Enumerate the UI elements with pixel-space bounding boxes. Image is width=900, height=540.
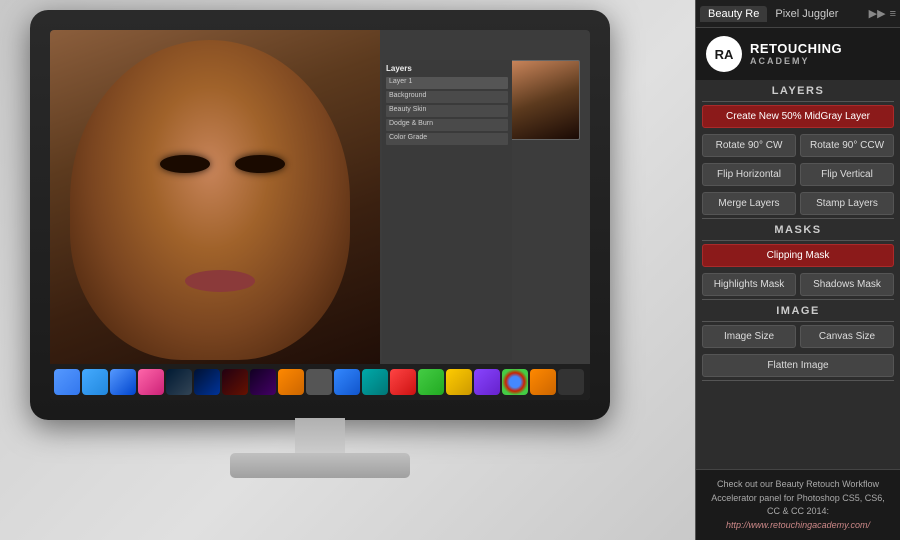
create-midgray-button[interactable]: Create New 50% MidGray Layer bbox=[702, 105, 894, 128]
midgray-btn-row: Create New 50% MidGray Layer bbox=[696, 102, 900, 131]
portrait-lips bbox=[185, 270, 255, 292]
icon-dark1 bbox=[558, 369, 584, 395]
layers-section-header: LAYERS bbox=[696, 80, 900, 101]
ra-logo-line1: RETOUCHING bbox=[750, 41, 842, 57]
footer-line1: Check out our Beauty Retouch Workflow bbox=[717, 479, 879, 489]
highlights-mask-button[interactable]: Highlights Mask bbox=[702, 273, 796, 296]
illustrator-icon bbox=[222, 369, 248, 395]
indesign-icon bbox=[250, 369, 276, 395]
ra-plugin-panel: Beauty Re Pixel Juggler ▶▶ ≡ RA RETOUCHI… bbox=[695, 0, 900, 540]
portrait-eye-left bbox=[160, 155, 210, 173]
clipping-mask-btn-row: Clipping Mask bbox=[696, 241, 900, 270]
masks-section-header: MASKS bbox=[696, 219, 900, 240]
flip-vertical-button[interactable]: Flip Vertical bbox=[800, 163, 894, 186]
monitor-screen: Layers Layer 1 Background Beauty Skin Do… bbox=[50, 30, 590, 400]
thumbnail-photo bbox=[510, 60, 580, 140]
finder-icon bbox=[54, 369, 80, 395]
footer-link[interactable]: http://www.retouchingacademy.com/ bbox=[726, 520, 870, 530]
flip-horizontal-button[interactable]: Flip Horizontal bbox=[702, 163, 796, 186]
photoshop-icon bbox=[194, 369, 220, 395]
hl-shadows-btn-row: Highlights Mask Shadows Mask bbox=[696, 270, 900, 299]
rotate-ccw-button[interactable]: Rotate 90° CCW bbox=[800, 134, 894, 157]
image-size-button[interactable]: Image Size bbox=[702, 325, 796, 348]
icon-teal bbox=[362, 369, 388, 395]
clipping-mask-button[interactable]: Clipping Mask bbox=[702, 244, 894, 267]
flip-btn-row: Flip Horizontal Flip Vertical bbox=[696, 160, 900, 189]
tab-pixel-juggler[interactable]: Pixel Juggler bbox=[767, 6, 846, 22]
panel-footer: Check out our Beauty Retouch Workflow Ac… bbox=[696, 469, 900, 540]
mail-icon bbox=[110, 369, 136, 395]
stamp-layers-button[interactable]: Stamp Layers bbox=[800, 192, 894, 215]
icon-orange2 bbox=[530, 369, 556, 395]
macos-dock bbox=[50, 364, 590, 400]
icon-green bbox=[418, 369, 444, 395]
ra-logo-text-block: RETOUCHING ACADEMY bbox=[750, 41, 842, 67]
merge-layers-button[interactable]: Merge Layers bbox=[702, 192, 796, 215]
portrait-background bbox=[50, 30, 380, 400]
portrait-face bbox=[70, 40, 350, 360]
icon-gray1 bbox=[306, 369, 332, 395]
tab-scroll-arrows[interactable]: ▶▶ bbox=[869, 7, 886, 20]
panel-menu-icon[interactable]: ≡ bbox=[890, 8, 896, 20]
icon-orange bbox=[278, 369, 304, 395]
image-divider-bottom bbox=[702, 380, 894, 381]
monitor: Layers Layer 1 Background Beauty Skin Do… bbox=[30, 10, 620, 500]
rotate-cw-button[interactable]: Rotate 90° CW bbox=[702, 134, 796, 157]
icon-red bbox=[390, 369, 416, 395]
footer-line3: CC & CC 2014: bbox=[767, 506, 829, 516]
flatten-image-button[interactable]: Flatten Image bbox=[702, 354, 894, 377]
shadows-mask-button[interactable]: Shadows Mask bbox=[800, 273, 894, 296]
icon-purple bbox=[474, 369, 500, 395]
ra-logo-initials: RA bbox=[706, 36, 742, 72]
ps-layers-panel: Layers Layer 1 Background Beauty Skin Do… bbox=[382, 60, 512, 360]
rotate-btn-row: Rotate 90° CW Rotate 90° CCW bbox=[696, 131, 900, 160]
merge-stamp-btn-row: Merge Layers Stamp Layers bbox=[696, 189, 900, 218]
portrait-eye-right bbox=[235, 155, 285, 173]
safari-icon bbox=[82, 369, 108, 395]
tab-beauty-retouch[interactable]: Beauty Re bbox=[700, 6, 767, 22]
icon-blue bbox=[334, 369, 360, 395]
lightroom-icon bbox=[166, 369, 192, 395]
ra-logo-line2: ACADEMY bbox=[750, 56, 842, 67]
monitor-stand-base bbox=[230, 453, 410, 478]
flatten-btn-row: Flatten Image bbox=[696, 351, 900, 380]
ps-panels: Layers Layer 1 Background Beauty Skin Do… bbox=[380, 30, 590, 400]
monitor-bezel: Layers Layer 1 Background Beauty Skin Do… bbox=[30, 10, 610, 420]
panel-content: LAYERS Create New 50% MidGray Layer Rota… bbox=[696, 80, 900, 469]
canvas-size-button[interactable]: Canvas Size bbox=[800, 325, 894, 348]
itunes-icon bbox=[138, 369, 164, 395]
footer-line2: Accelerator panel for Photoshop CS5, CS6… bbox=[711, 493, 885, 503]
size-btn-row: Image Size Canvas Size bbox=[696, 322, 900, 351]
chrome-icon bbox=[502, 369, 528, 395]
monitor-stand-neck bbox=[295, 418, 345, 458]
panel-tabs: Beauty Re Pixel Juggler ▶▶ ≡ bbox=[696, 0, 900, 28]
image-section-header: IMAGE bbox=[696, 300, 900, 321]
icon-yellow bbox=[446, 369, 472, 395]
panel-logo-area: RA RETOUCHING ACADEMY bbox=[696, 28, 900, 80]
